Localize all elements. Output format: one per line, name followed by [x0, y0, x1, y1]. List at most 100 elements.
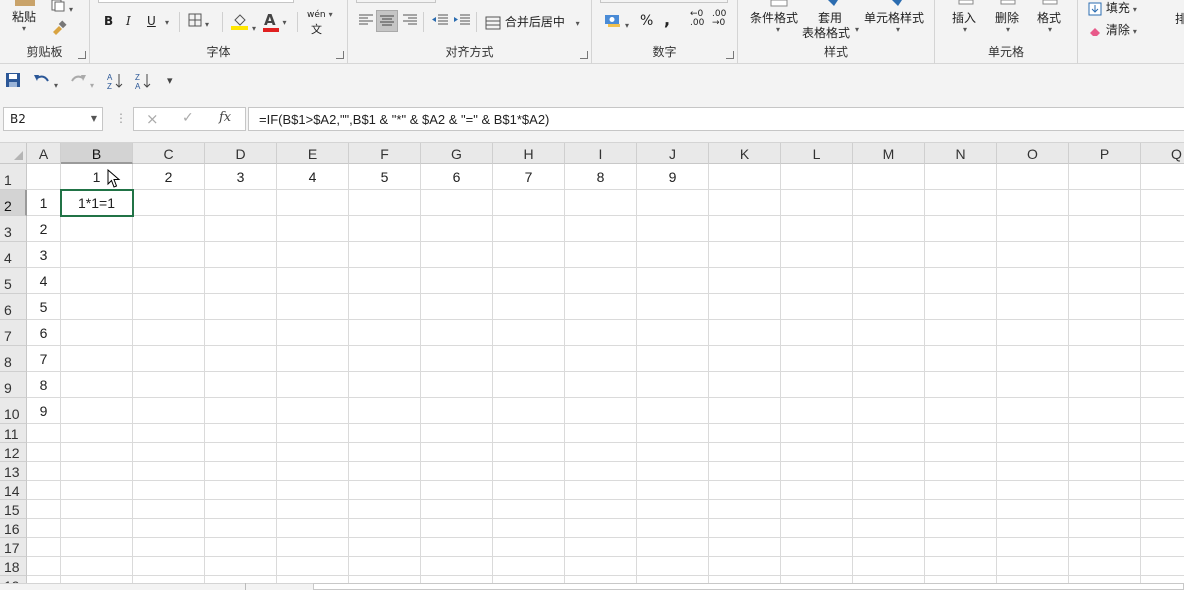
cell-e12[interactable]: [277, 443, 349, 462]
cell-d14[interactable]: [205, 481, 277, 500]
cell-f7[interactable]: [349, 320, 421, 346]
cell-n18[interactable]: [925, 557, 997, 576]
cell-f13[interactable]: [349, 462, 421, 481]
cell-a6[interactable]: 5: [27, 294, 61, 320]
decrease-indent-icon[interactable]: [431, 14, 449, 29]
column-header-e[interactable]: E: [277, 143, 349, 164]
cell-c16[interactable]: [133, 519, 205, 538]
cell-f2[interactable]: [349, 190, 421, 216]
column-header-k[interactable]: K: [709, 143, 781, 164]
font-launcher-icon[interactable]: [336, 51, 344, 59]
format-as-table-button[interactable]: 套用 表格格式 ▾: [802, 0, 864, 40]
cell-l18[interactable]: [781, 557, 853, 576]
cell-i13[interactable]: [565, 462, 637, 481]
cell-o16[interactable]: [997, 519, 1069, 538]
column-header-c[interactable]: C: [133, 143, 205, 164]
cell-b9[interactable]: [61, 372, 133, 398]
cell-l9[interactable]: [781, 372, 853, 398]
cell-l13[interactable]: [781, 462, 853, 481]
cell-m18[interactable]: [853, 557, 925, 576]
cell-l17[interactable]: [781, 538, 853, 557]
cell-c5[interactable]: [133, 268, 205, 294]
cell-m11[interactable]: [853, 424, 925, 443]
cell-g13[interactable]: [421, 462, 493, 481]
cell-a3[interactable]: 2: [27, 216, 61, 242]
cell-a18[interactable]: [27, 557, 61, 576]
cell-k4[interactable]: [709, 242, 781, 268]
cell-n16[interactable]: [925, 519, 997, 538]
cell-n3[interactable]: [925, 216, 997, 242]
cell-g11[interactable]: [421, 424, 493, 443]
cell-j3[interactable]: [637, 216, 709, 242]
cell-h10[interactable]: [493, 398, 565, 424]
cell-l8[interactable]: [781, 346, 853, 372]
row-header-12[interactable]: 12: [0, 443, 27, 462]
cell-f18[interactable]: [349, 557, 421, 576]
percent-button[interactable]: %: [640, 13, 653, 29]
bold-button[interactable]: B: [104, 14, 113, 28]
cell-o1[interactable]: [997, 164, 1069, 190]
cell-e2[interactable]: [277, 190, 349, 216]
cell-o9[interactable]: [997, 372, 1069, 398]
cell-c18[interactable]: [133, 557, 205, 576]
cell-e17[interactable]: [277, 538, 349, 557]
phonetic-button[interactable]: wén ▾: [307, 10, 333, 20]
cell-j11[interactable]: [637, 424, 709, 443]
cell-n15[interactable]: [925, 500, 997, 519]
cell-a2[interactable]: 1: [27, 190, 61, 216]
cell-i15[interactable]: [565, 500, 637, 519]
cell-b13[interactable]: [61, 462, 133, 481]
cell-p16[interactable]: [1069, 519, 1141, 538]
cell-a10[interactable]: 9: [27, 398, 61, 424]
cell-b14[interactable]: [61, 481, 133, 500]
cell-o4[interactable]: [997, 242, 1069, 268]
sort-descending-icon[interactable]: ZA: [134, 72, 152, 91]
cell-n7[interactable]: [925, 320, 997, 346]
cell-e7[interactable]: [277, 320, 349, 346]
cell-l12[interactable]: [781, 443, 853, 462]
row-header-13[interactable]: 13: [0, 462, 27, 481]
cell-a15[interactable]: [27, 500, 61, 519]
underline-dropdown-icon[interactable]: ▾: [165, 18, 169, 27]
merge-center-button[interactable]: 合并后居中 ▾: [485, 13, 580, 30]
row-header-18[interactable]: 18: [0, 557, 27, 576]
cell-m4[interactable]: [853, 242, 925, 268]
cell-h13[interactable]: [493, 462, 565, 481]
copy-icon[interactable]: ▾: [50, 0, 73, 15]
column-header-q[interactable]: Q: [1141, 143, 1184, 164]
cell-p12[interactable]: [1069, 443, 1141, 462]
cell-d11[interactable]: [205, 424, 277, 443]
cell-d16[interactable]: [205, 519, 277, 538]
row-header-6[interactable]: 6: [0, 294, 27, 320]
cell-d2[interactable]: [205, 190, 277, 216]
cell-l15[interactable]: [781, 500, 853, 519]
cell-j4[interactable]: [637, 242, 709, 268]
row-header-2[interactable]: 2: [0, 190, 27, 216]
cell-q2[interactable]: [1141, 190, 1184, 216]
cell-q1[interactable]: [1141, 164, 1184, 190]
cell-l7[interactable]: [781, 320, 853, 346]
cell-k18[interactable]: [709, 557, 781, 576]
cell-l11[interactable]: [781, 424, 853, 443]
cell-q16[interactable]: [1141, 519, 1184, 538]
cell-j6[interactable]: [637, 294, 709, 320]
cell-e15[interactable]: [277, 500, 349, 519]
cell-b3[interactable]: [61, 216, 133, 242]
delete-button[interactable]: 删除 ▾: [993, 0, 1029, 40]
row-header-14[interactable]: 14: [0, 481, 27, 500]
comma-button[interactable]: ,: [664, 10, 670, 29]
cell-j9[interactable]: [637, 372, 709, 398]
cell-c12[interactable]: [133, 443, 205, 462]
increase-decimal-icon[interactable]: ←0.00: [690, 10, 704, 28]
cell-e1[interactable]: 4: [277, 164, 349, 190]
cell-h1[interactable]: 7: [493, 164, 565, 190]
cell-n10[interactable]: [925, 398, 997, 424]
conditional-format-button[interactable]: 条件格式 ▾: [748, 0, 810, 40]
cell-n11[interactable]: [925, 424, 997, 443]
cell-k5[interactable]: [709, 268, 781, 294]
cell-g7[interactable]: [421, 320, 493, 346]
cell-a8[interactable]: 7: [27, 346, 61, 372]
cell-c15[interactable]: [133, 500, 205, 519]
column-header-p[interactable]: P: [1069, 143, 1141, 164]
cell-c1[interactable]: 2: [133, 164, 205, 190]
